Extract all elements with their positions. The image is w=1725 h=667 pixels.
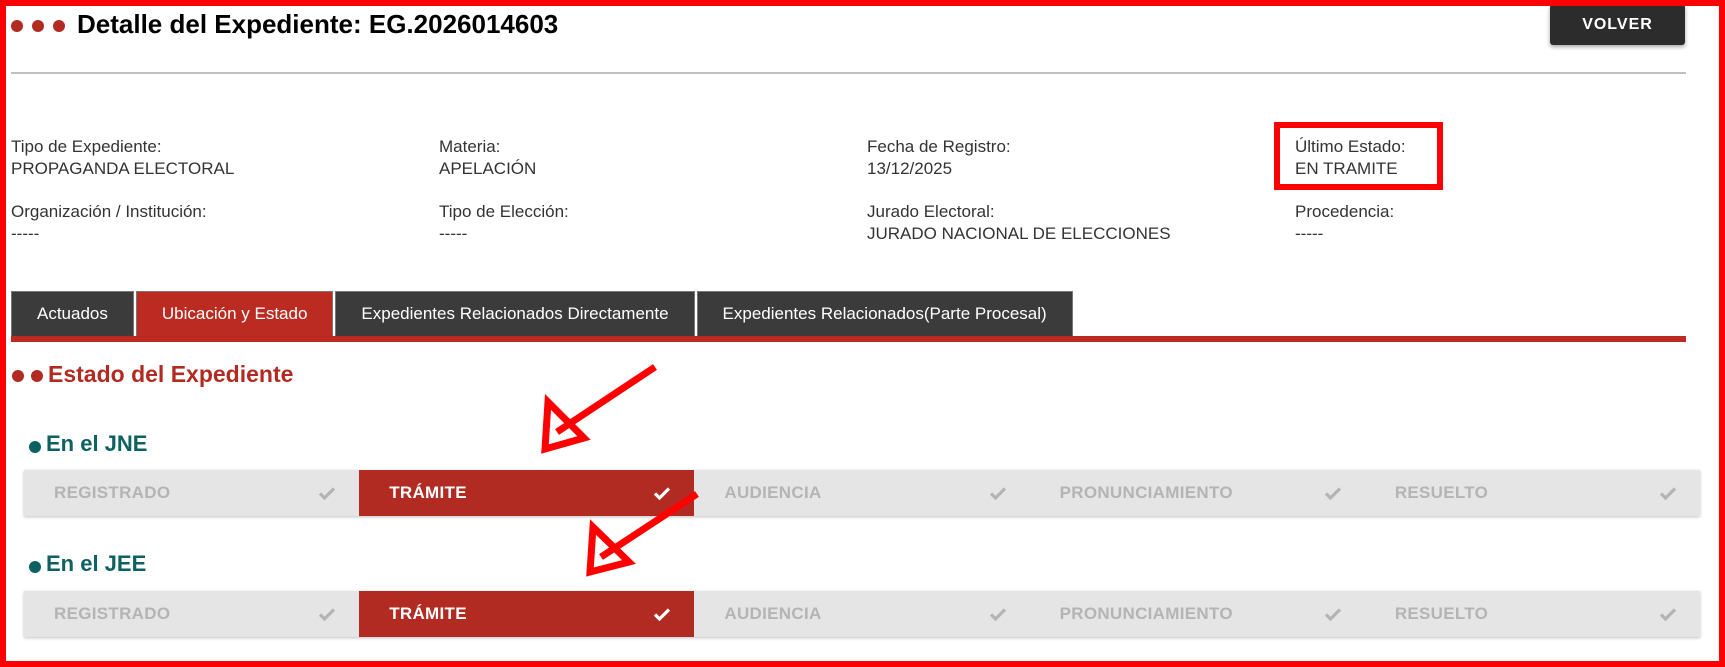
section-title: Estado del Expediente bbox=[48, 361, 294, 387]
field-value: 13/12/2025 bbox=[867, 159, 953, 178]
bullet-icon bbox=[32, 20, 44, 32]
step-label: RESUELTO bbox=[1394, 483, 1489, 502]
status-tracker-jne: REGISTRADO TRÁMITE AUDIENCIA PRONUNCIAMI… bbox=[24, 470, 1700, 516]
check-icon bbox=[654, 608, 671, 622]
check-icon bbox=[319, 487, 336, 501]
check-icon bbox=[989, 608, 1006, 622]
tab-bar: Actuados Ubicación y Estado Expedientes … bbox=[11, 291, 1075, 337]
check-icon bbox=[1324, 487, 1341, 501]
tab-underline bbox=[11, 336, 1686, 342]
field-fecha-registro: Fecha de Registro: 13/12/2025 bbox=[867, 136, 1011, 180]
step-tramite: TRÁMITE bbox=[359, 470, 695, 516]
field-tipo-eleccion: Tipo de Elección: ----- bbox=[439, 201, 569, 245]
header-divider bbox=[11, 72, 1686, 74]
step-resuelto: RESUELTO bbox=[1365, 591, 1700, 637]
step-audiencia: AUDIENCIA bbox=[694, 591, 1029, 637]
tracker-title-jne: En el JNE bbox=[46, 431, 148, 456]
field-materia: Materia: APELACIÓN bbox=[439, 136, 536, 180]
field-label: Organización / Institución: bbox=[11, 202, 207, 221]
step-label: PRONUNCIAMIENTO bbox=[1059, 604, 1233, 623]
field-value: PROPAGANDA ELECTORAL bbox=[11, 159, 235, 178]
step-pronunciamiento: PRONUNCIAMIENTO bbox=[1030, 470, 1365, 516]
tab-actuados[interactable]: Actuados bbox=[11, 291, 134, 337]
step-pronunciamiento: PRONUNCIAMIENTO bbox=[1030, 591, 1365, 637]
field-organizacion: Organización / Institución: ----- bbox=[11, 201, 207, 245]
step-registrado: REGISTRADO bbox=[24, 591, 359, 637]
bullet-icon bbox=[53, 20, 65, 32]
volver-button[interactable]: VOLVER bbox=[1550, 4, 1685, 45]
step-label: TRÁMITE bbox=[389, 604, 467, 623]
step-resuelto: RESUELTO bbox=[1365, 470, 1700, 516]
annotation-highlight-box bbox=[1274, 122, 1443, 190]
field-value: JURADO NACIONAL DE ELECCIONES bbox=[867, 224, 1171, 243]
field-procedencia: Procedencia: ----- bbox=[1295, 201, 1394, 245]
bullet-icon bbox=[29, 561, 41, 573]
check-icon bbox=[989, 487, 1006, 501]
field-label: Materia: bbox=[439, 137, 501, 156]
check-icon bbox=[654, 487, 671, 501]
step-label: TRÁMITE bbox=[389, 483, 467, 502]
title-bullets bbox=[11, 20, 65, 32]
check-icon bbox=[319, 608, 336, 622]
field-value: ----- bbox=[11, 224, 40, 243]
bullet-icon bbox=[12, 370, 24, 382]
field-label: Fecha de Registro: bbox=[867, 137, 1011, 156]
step-audiencia: AUDIENCIA bbox=[694, 470, 1029, 516]
field-value: ----- bbox=[439, 224, 468, 243]
step-tramite: TRÁMITE bbox=[359, 591, 695, 637]
tracker-title-jee: En el JEE bbox=[46, 551, 147, 576]
tab-expedientes-relacionados-parte-procesal[interactable]: Expedientes Relacionados(Parte Procesal) bbox=[696, 291, 1073, 337]
step-label: PRONUNCIAMIENTO bbox=[1059, 483, 1233, 502]
bullet-icon bbox=[29, 441, 41, 453]
step-label: AUDIENCIA bbox=[724, 483, 822, 502]
section-bullets bbox=[12, 370, 43, 382]
check-icon bbox=[1324, 608, 1341, 622]
bullet-icon bbox=[11, 20, 23, 32]
field-label: Jurado Electoral: bbox=[867, 202, 995, 221]
field-label: Tipo de Elección: bbox=[439, 202, 569, 221]
bullet-icon bbox=[31, 370, 43, 382]
field-jurado-electoral: Jurado Electoral: JURADO NACIONAL DE ELE… bbox=[867, 201, 1171, 245]
check-icon bbox=[1659, 608, 1677, 622]
step-label: REGISTRADO bbox=[54, 483, 171, 502]
step-label: REGISTRADO bbox=[54, 604, 171, 623]
tab-expedientes-relacionados-directamente[interactable]: Expedientes Relacionados Directamente bbox=[335, 291, 695, 337]
status-tracker-jee: REGISTRADO TRÁMITE AUDIENCIA PRONUNCIAMI… bbox=[24, 591, 1700, 637]
page-title: Detalle del Expediente: EG.2026014603 bbox=[77, 9, 559, 39]
field-value: ----- bbox=[1295, 224, 1324, 243]
annotation-arrow-icon bbox=[541, 364, 657, 454]
field-value: APELACIÓN bbox=[439, 159, 537, 178]
step-label: RESUELTO bbox=[1394, 604, 1489, 623]
tab-ubicacion-estado[interactable]: Ubicación y Estado bbox=[135, 291, 334, 337]
field-label: Procedencia: bbox=[1295, 202, 1395, 221]
step-label: AUDIENCIA bbox=[724, 604, 822, 623]
field-tipo-expediente: Tipo de Expediente: PROPAGANDA ELECTORAL bbox=[11, 136, 234, 180]
check-icon bbox=[1659, 487, 1677, 501]
step-registrado: REGISTRADO bbox=[24, 470, 359, 516]
field-label: Tipo de Expediente: bbox=[11, 137, 162, 156]
